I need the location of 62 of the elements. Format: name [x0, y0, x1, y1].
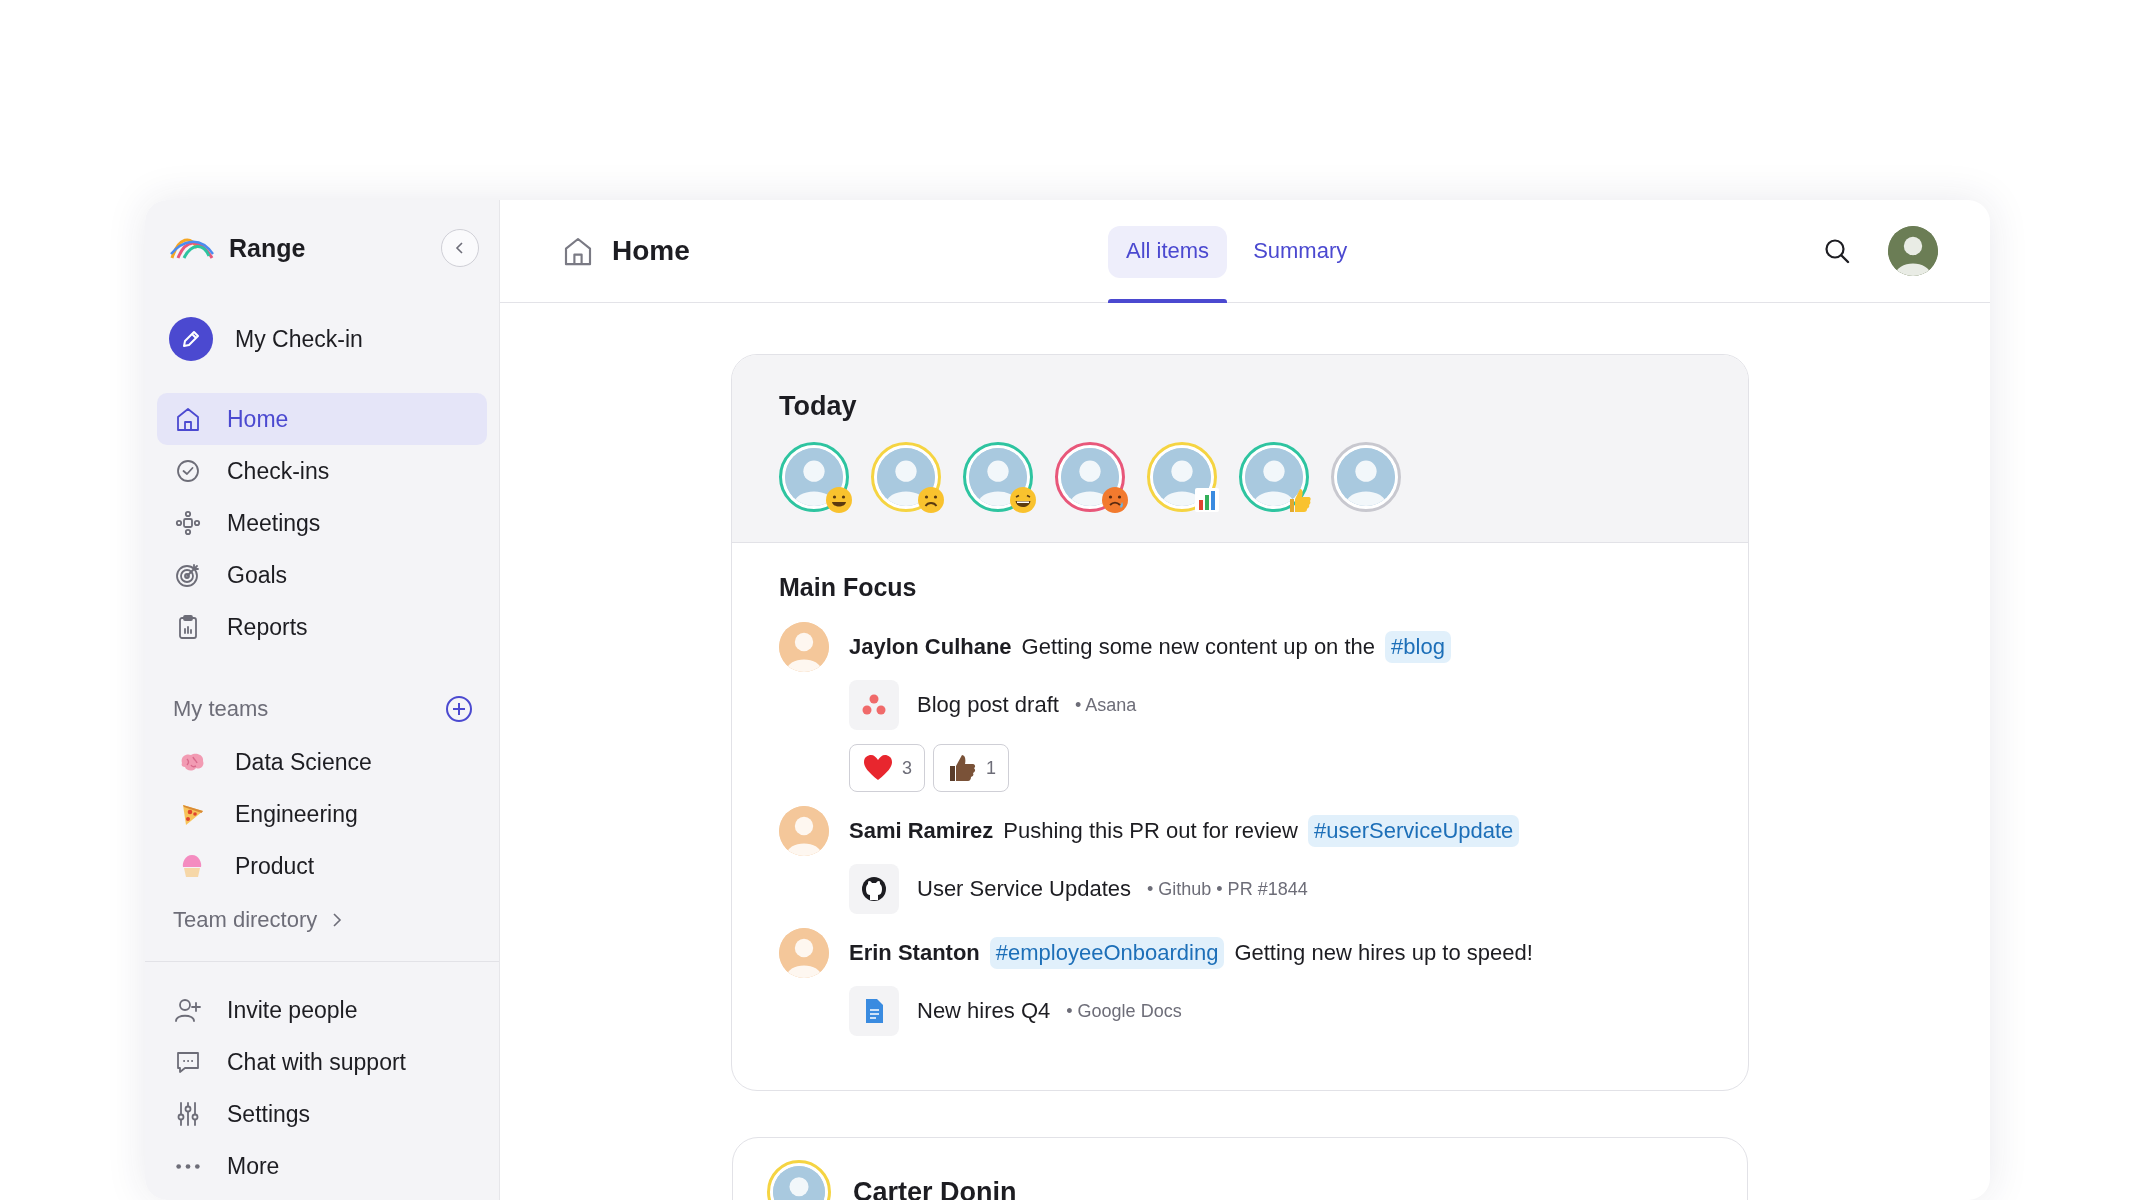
team-item[interactable]: Data Science	[157, 736, 487, 788]
page-title: Home	[612, 235, 690, 267]
avatar	[779, 806, 829, 856]
avatar	[785, 448, 843, 506]
search-icon[interactable]	[1822, 236, 1852, 266]
grinning-face-icon	[824, 485, 854, 515]
nav-item[interactable]: Home	[157, 393, 487, 445]
github-icon	[860, 875, 888, 903]
author-name[interactable]: Sami Ramirez	[849, 818, 994, 844]
attachment-link[interactable]: New hires Q4	[917, 998, 1051, 1024]
nav-item[interactable]: Meetings	[157, 497, 487, 549]
add-team-icon[interactable]	[445, 694, 473, 723]
avatar	[1337, 448, 1395, 506]
tab[interactable]: Summary	[1235, 200, 1366, 302]
more-icon	[175, 1162, 201, 1170]
attachment-source: • Asana	[1074, 694, 1137, 716]
avatar	[779, 928, 829, 978]
nodes-icon	[173, 508, 203, 538]
avatar	[1061, 448, 1119, 506]
reaction-button[interactable]: 1	[933, 744, 1010, 792]
attachment-link[interactable]: Blog post draft	[917, 692, 1059, 718]
frowning-face-icon	[916, 485, 946, 515]
laughing-face-icon	[1008, 485, 1038, 515]
avatar	[969, 448, 1027, 506]
nav-item[interactable]: Reports	[157, 601, 487, 653]
avatar	[877, 448, 935, 506]
sidebar-link[interactable]: Invite people	[157, 984, 487, 1036]
section-title: Today	[779, 391, 858, 422]
avatar	[1245, 448, 1303, 506]
author-name: Carter Donin	[853, 1176, 1017, 1200]
sidebar-link[interactable]: Chat with support	[157, 1036, 487, 1088]
collapse-sidebar-button[interactable]	[441, 229, 479, 267]
post-text: Getting some new content up on the	[1021, 634, 1376, 660]
hashtag-link[interactable]: #employeeOnboarding	[989, 937, 1225, 969]
post-text: Pushing this PR out for review	[1003, 818, 1298, 844]
post-text: Getting new hires up to speed!	[1234, 940, 1533, 966]
sidebar-link[interactable]: Settings	[157, 1088, 487, 1140]
my-check-in-link[interactable]: My Check-in	[157, 317, 487, 361]
hashtag-link[interactable]: #userServiceUpdate	[1308, 815, 1520, 847]
user-avatar[interactable]	[1888, 226, 1938, 276]
section-title: Main Focus	[779, 573, 918, 602]
team-item[interactable]: Product	[157, 840, 487, 892]
author-name[interactable]: Jaylon Culhane	[849, 634, 1012, 660]
tab[interactable]: All items	[1108, 200, 1228, 302]
section-heading: My teams	[173, 695, 269, 722]
reaction-button[interactable]: 3	[849, 744, 925, 792]
attachment-source: • Github • PR #1844	[1147, 878, 1308, 900]
avatar	[779, 622, 829, 672]
nav-item[interactable]: Check-ins	[157, 445, 487, 497]
author-name[interactable]: Erin Stanton	[849, 940, 980, 966]
brand-name: Range	[229, 233, 307, 263]
attachment-link[interactable]: User Service Updates	[917, 876, 1131, 902]
pencil-icon	[169, 317, 213, 361]
sidebar-link[interactable]: More	[157, 1140, 487, 1192]
nav-item[interactable]: Goals	[157, 549, 487, 601]
hashtag-link[interactable]: #blog	[1385, 631, 1451, 663]
team-item[interactable]: Engineering	[157, 788, 487, 840]
avatar	[1153, 448, 1211, 506]
bar-chart-icon	[1192, 485, 1222, 515]
overheated-face-icon	[1100, 485, 1130, 515]
team-directory-link[interactable]: Team directory	[157, 892, 487, 947]
attachment-source: • Google Docs	[1066, 1000, 1182, 1022]
